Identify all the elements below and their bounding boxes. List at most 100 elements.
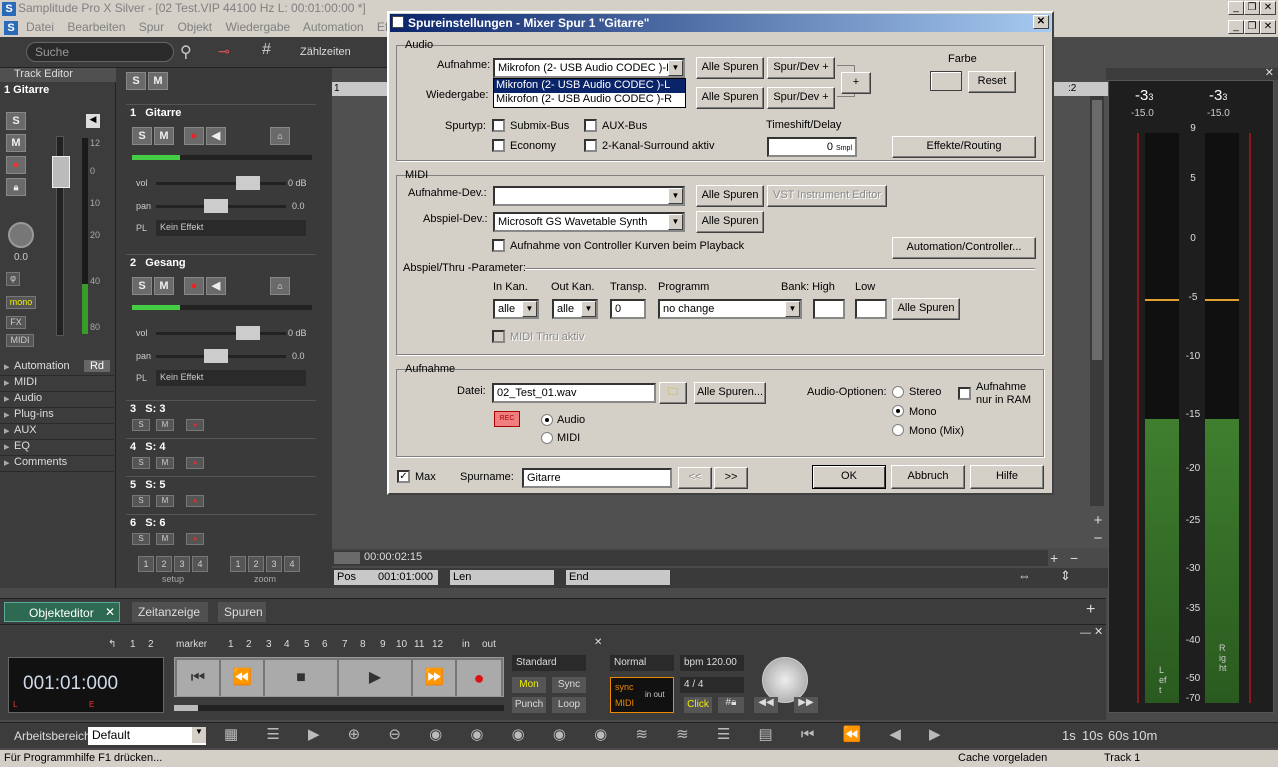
- workspace-select[interactable]: Default ▼: [88, 727, 206, 745]
- pan-slider-handle[interactable]: [204, 349, 228, 363]
- zoom-2-button[interactable]: 2: [248, 556, 264, 572]
- position-slider[interactable]: [174, 705, 504, 711]
- bpm-display[interactable]: bpm 120.00: [680, 655, 744, 671]
- track-mute-button[interactable]: M: [154, 127, 174, 145]
- track-lock-button[interactable]: ⌂: [270, 277, 290, 295]
- file-input[interactable]: 02_Test_01.wav: [492, 383, 656, 403]
- timescale-10s[interactable]: 10s: [1082, 728, 1103, 743]
- track-mute-button[interactable]: M: [156, 533, 174, 545]
- marker-12[interactable]: 12: [432, 639, 443, 650]
- marker-4[interactable]: 4: [284, 639, 290, 650]
- in-kan-select[interactable]: alle ▼: [493, 299, 539, 319]
- tab-spuren[interactable]: Spuren: [218, 602, 266, 622]
- search-icon[interactable]: ⚲: [180, 42, 192, 62]
- expand-horizontal-icon[interactable]: ⇔: [1018, 568, 1031, 583]
- marker-quick-2[interactable]: 2: [148, 639, 154, 650]
- in-marker[interactable]: in: [462, 639, 470, 650]
- go-start-button[interactable]: ⏮: [177, 660, 219, 696]
- track-solo-button[interactable]: S: [132, 419, 150, 431]
- track-1[interactable]: 1 Gitarre S M ● ◀ ⌂ vol 0 dB pan 0.0 PL …: [126, 104, 316, 250]
- fast-forward-button[interactable]: ⏩: [413, 660, 455, 696]
- len-field[interactable]: Len: [450, 570, 554, 585]
- stereo-radio[interactable]: [892, 386, 904, 398]
- ok-button[interactable]: OK: [812, 465, 886, 489]
- menu-objekt[interactable]: Objekt: [177, 20, 212, 34]
- menu-wiedergabe[interactable]: Wiedergabe: [225, 20, 290, 34]
- surround-checkbox[interactable]: [584, 139, 597, 152]
- transport-close-icon[interactable]: ✕: [594, 637, 602, 648]
- bank-low-input[interactable]: [855, 299, 887, 319]
- aux-checkbox[interactable]: [584, 119, 597, 132]
- volume-fader-handle[interactable]: [52, 156, 70, 188]
- link-plus-button[interactable]: +: [841, 72, 871, 94]
- zoom-in-icon[interactable]: +: [1090, 512, 1106, 529]
- marker-3[interactable]: 3: [266, 639, 272, 650]
- cancel-button[interactable]: Abbruch: [891, 465, 965, 489]
- timeshift-input[interactable]: 0 Smpl: [767, 137, 857, 157]
- doc-restore-button[interactable]: ❐: [1244, 20, 1260, 34]
- rec-indicator[interactable]: REC: [494, 411, 520, 427]
- vol-slider[interactable]: [156, 182, 286, 185]
- track-mute-button[interactable]: M: [156, 495, 174, 507]
- solo-button[interactable]: S: [6, 112, 26, 130]
- search-input[interactable]: Suche: [26, 42, 174, 62]
- marker-1[interactable]: 1: [228, 639, 234, 650]
- mono-button[interactable]: mono: [6, 296, 36, 309]
- midi-button[interactable]: MIDI: [6, 334, 34, 347]
- marker-11[interactable]: 11: [414, 639, 424, 650]
- zoom-3-button[interactable]: 3: [266, 556, 282, 572]
- ram-checkbox[interactable]: [958, 387, 971, 400]
- dropdown-option[interactable]: Mikrofon (2- USB Audio CODEC )-L: [494, 79, 685, 93]
- marker-2[interactable]: 2: [246, 639, 252, 650]
- track-mute-button[interactable]: M: [154, 277, 174, 295]
- return-icon[interactable]: ↰: [108, 639, 122, 650]
- track-2[interactable]: 2 Gesang S M ● ◀ ⌂ vol 0 dB pan 0.0 PL K…: [126, 254, 316, 400]
- setup-3-button[interactable]: 3: [174, 556, 190, 572]
- sync-button[interactable]: Sync: [552, 677, 586, 693]
- track-solo-button[interactable]: S: [132, 457, 150, 469]
- panel-minimize-icon[interactable]: —: [1080, 627, 1091, 639]
- menu-automation[interactable]: Automation: [303, 20, 364, 34]
- setup-4-button[interactable]: 4: [192, 556, 208, 572]
- add-tab-icon[interactable]: +: [1086, 601, 1095, 619]
- out-marker[interactable]: out: [482, 639, 496, 650]
- phase-icon[interactable]: φ: [6, 272, 20, 286]
- normal-select[interactable]: Normal: [610, 655, 674, 671]
- menu-spur[interactable]: Spur: [139, 20, 164, 34]
- economy-checkbox[interactable]: [492, 139, 505, 152]
- section-aux[interactable]: AUX: [0, 424, 114, 440]
- chevron-down-icon[interactable]: ▼: [522, 301, 537, 317]
- mute-button[interactable]: M: [6, 134, 26, 152]
- programm-alle-spuren-button[interactable]: Alle Spuren: [892, 298, 960, 320]
- track-mute-button[interactable]: M: [156, 457, 174, 469]
- track-6[interactable]: 6 S: 6 S M ●: [126, 514, 316, 550]
- chevron-down-icon[interactable]: ▼: [668, 60, 683, 76]
- vst-editor-button[interactable]: VST Instrument Editor: [767, 185, 887, 207]
- record-button[interactable]: ●: [457, 660, 501, 696]
- section-plugins[interactable]: Plug-ins: [0, 408, 114, 424]
- plugin-select[interactable]: Kein Effekt: [156, 370, 306, 386]
- track-3[interactable]: 3 S: 3 S M ●: [126, 400, 316, 436]
- track-solo-button[interactable]: S: [132, 277, 152, 295]
- track-4[interactable]: 4 S: 4 S M ●: [126, 438, 316, 474]
- midi-radio[interactable]: [541, 432, 553, 444]
- next-track-button[interactable]: >>: [714, 467, 748, 489]
- track-name[interactable]: S: 6: [145, 517, 165, 529]
- monitor-button[interactable]: Mon: [512, 677, 546, 693]
- midi-abspiel-alle-spuren-button[interactable]: Alle Spuren: [696, 211, 764, 233]
- tab-close-icon[interactable]: ✕: [105, 605, 115, 619]
- folder-icon[interactable]: 🗀: [659, 382, 687, 404]
- minimize-button[interactable]: _: [1228, 1, 1244, 15]
- audio-radio[interactable]: [541, 414, 553, 426]
- marker-10[interactable]: 10: [396, 639, 407, 650]
- wiedergabe-alle-spuren-button[interactable]: Alle Spuren: [696, 87, 764, 109]
- timescale-60s[interactable]: 60s: [1108, 728, 1129, 743]
- track-lock-button[interactable]: ⌂: [270, 127, 290, 145]
- track-solo-button[interactable]: S: [132, 127, 152, 145]
- timescale-10m[interactable]: 10m: [1132, 728, 1157, 743]
- setup-2-button[interactable]: 2: [156, 556, 172, 572]
- section-eq[interactable]: EQ: [0, 440, 114, 456]
- wiedergabe-spur-dev-button[interactable]: Spur/Dev +: [767, 87, 835, 109]
- vol-slider-handle[interactable]: [236, 326, 260, 340]
- midi-aufnahme-alle-spuren-button[interactable]: Alle Spuren: [696, 185, 764, 207]
